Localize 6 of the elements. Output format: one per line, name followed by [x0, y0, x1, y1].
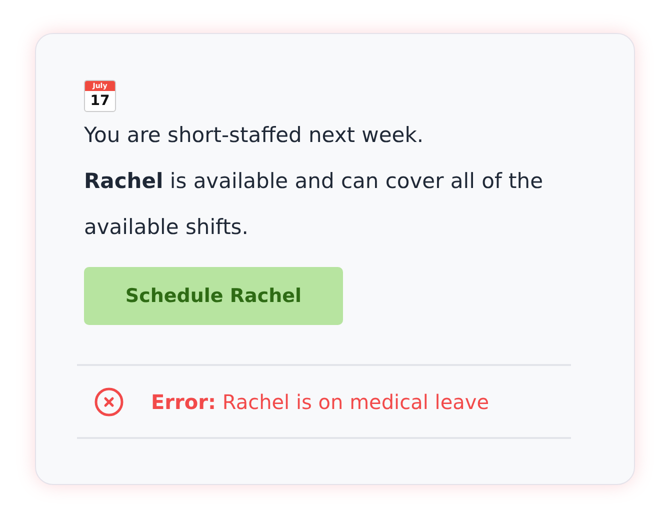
schedule-button[interactable]: Schedule Rachel	[84, 267, 343, 325]
error-message: Error: Rachel is on medical leave	[151, 390, 490, 414]
error-icon	[94, 386, 124, 416]
message-text: You are short-staffed next week.	[83, 122, 425, 149]
message-text: Rachel is available and can cover all of the available shifts.	[83, 168, 544, 241]
calendar-day: 17	[85, 91, 115, 111]
